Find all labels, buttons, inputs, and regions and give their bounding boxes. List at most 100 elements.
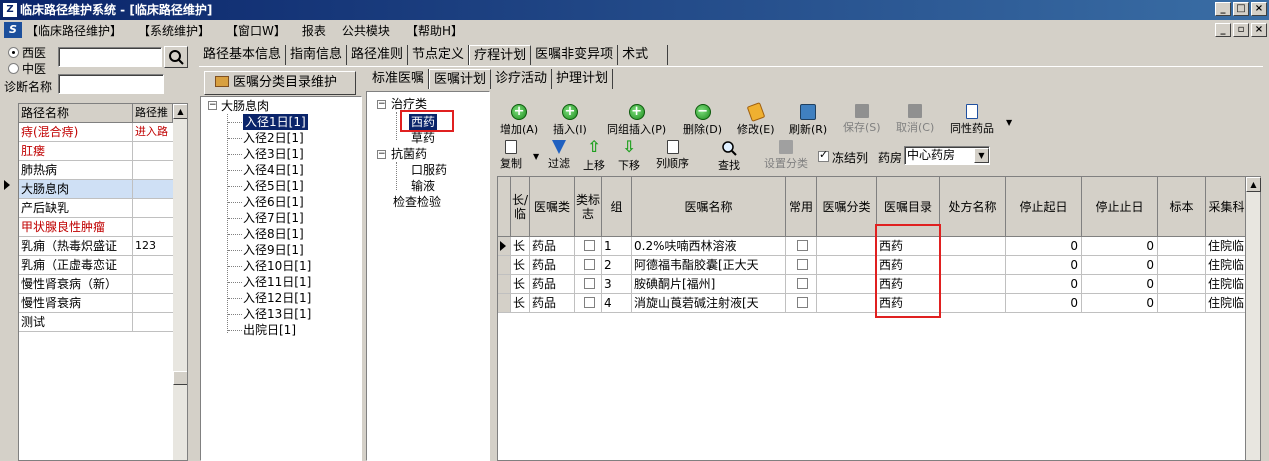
pathway-row[interactable]: 大肠息肉 [19,180,173,199]
pathway-name-cell[interactable]: 乳痈（热毒炽盛证 [19,237,133,256]
row-indicator[interactable] [498,237,511,256]
pathway-status-cell[interactable] [133,313,173,332]
pathway-status-cell[interactable] [133,161,173,180]
radio-western[interactable]: 西医 [8,44,46,61]
checkbox[interactable] [796,297,808,308]
pathway-status-cell[interactable] [133,294,173,313]
specimen-cell[interactable] [1158,294,1206,313]
delete-button[interactable]: − 删除(D) [683,104,722,137]
tree-collapse-icon[interactable]: − [208,101,217,110]
row-indicator[interactable] [498,294,511,313]
category-tree[interactable]: − 治疗类 西药 草药 − 抗菌药 口服药 输液 检查检验 [366,91,490,461]
tree-day-node[interactable]: 入径11日[1] [243,274,311,290]
checkbox[interactable] [583,240,595,251]
scroll-up-button[interactable]: ▲ [173,104,187,119]
tree-day-node[interactable]: 入径2日[1] [243,130,304,146]
order-name-cell[interactable]: 0.2%呋喃西林溶液 [632,237,786,256]
stop-from-cell[interactable]: 0 [1006,256,1082,275]
toolbar-dropdown-icon[interactable]: ▼ [1006,118,1012,127]
filter-button[interactable]: 过滤 [548,140,570,171]
tab-guide-info[interactable]: 指南信息 [286,45,348,65]
col-header-stop-to[interactable]: 停止止日 [1082,177,1158,237]
cat-collapse-icon-2[interactable]: − [377,150,386,159]
col-header-flag[interactable]: 类标志 [575,177,602,237]
cancel-button[interactable]: 取消(C) [896,104,934,135]
common-checkbox[interactable] [786,256,817,275]
scroll-thumb[interactable] [173,371,187,385]
pathway-status-cell[interactable]: 进入路 [133,123,173,142]
col-header-name[interactable]: 医嘱名称 [632,177,786,237]
rx-name-cell[interactable] [940,256,1006,275]
tab-node-def[interactable]: 节点定义 [408,45,470,65]
group-cell[interactable]: 2 [602,256,632,275]
freeze-columns-toggle[interactable]: 冻结列 [818,148,868,166]
row-indicator[interactable] [498,275,511,294]
close-button[interactable]: × [1251,2,1267,16]
pharmacy-select[interactable]: 中心药房 ▼ [904,146,990,165]
common-checkbox[interactable] [786,275,817,294]
pathway-status-cell[interactable] [133,142,173,161]
stop-to-cell[interactable]: 0 [1082,256,1158,275]
pathway-name-cell[interactable]: 测试 [19,313,133,332]
checkbox[interactable] [796,278,808,289]
pathway-row[interactable]: 痔(混合痔) 进入路 [19,123,173,142]
find-button[interactable]: 查找 [718,140,740,173]
stop-from-cell[interactable]: 0 [1006,275,1082,294]
stop-to-cell[interactable]: 0 [1082,294,1158,313]
pathway-status-cell[interactable] [133,275,173,294]
save-button[interactable]: 保存(S) [843,104,881,135]
tree-day-node[interactable]: 入径12日[1] [243,290,311,306]
menu-pathway-maint[interactable]: 【临床路径维护】 [26,22,122,39]
menu-public-module[interactable]: 公共模块 [342,22,390,39]
subtab-nursing-plan[interactable]: 护理计划 [552,69,614,89]
grid-scroll-up-button[interactable]: ▲ [1246,177,1261,192]
order-class-cell[interactable]: 药品 [530,294,575,313]
class-flag-checkbox[interactable] [575,275,602,294]
tab-treatment-plan[interactable]: 疗程计划 [469,45,532,65]
specimen-cell[interactable] [1158,275,1206,294]
tree-day-node[interactable]: 出院日[1] [243,322,296,338]
col-header-path-status[interactable]: 路径推 [133,104,173,123]
copy-dropdown-icon[interactable]: ▼ [533,152,539,161]
rx-name-cell[interactable] [940,275,1006,294]
tree-day-node[interactable]: 入径5日[1] [243,178,304,194]
col-header-rx-name[interactable]: 处方名称 [940,177,1006,237]
menu-system-maint[interactable]: 【系统维护】 [138,22,210,39]
search-button[interactable] [164,46,188,68]
specimen-cell[interactable] [1158,256,1206,275]
refresh-button[interactable]: 刷新(R) [789,104,827,137]
mdi-restore-button[interactable]: ▫ [1233,23,1249,37]
order-category-cell[interactable] [817,237,877,256]
pathway-status-cell[interactable] [133,218,173,237]
col-header-specimen[interactable]: 标本 [1158,177,1206,237]
subtab-clinical-activities[interactable]: 诊疗活动 [491,69,553,89]
pathway-name-cell[interactable]: 乳痈（正虚毒恋证 [19,256,133,275]
pathway-name-cell[interactable]: 慢性肾衰病（新） [19,275,133,294]
pathway-row[interactable]: 甲状腺良性肿瘤 [19,218,173,237]
mdi-close-button[interactable]: × [1251,23,1267,37]
order-category-cell[interactable] [817,294,877,313]
pathway-row[interactable]: 肛瘘 [19,142,173,161]
pathway-row[interactable]: 慢性肾衰病（新） [19,275,173,294]
checkbox[interactable] [583,278,595,289]
row-indicator[interactable] [498,256,511,275]
pathway-name-cell[interactable]: 慢性肾衰病 [19,294,133,313]
pathway-row[interactable]: 乳痈（热毒炽盛证 123 [19,237,173,256]
pathway-name-cell[interactable]: 产后缺乳 [19,199,133,218]
col-header-order-class[interactable]: 医嘱分类 [817,177,877,237]
tree-day-node[interactable]: 入径13日[1] [243,306,311,322]
cat-node-antibiotic[interactable]: 抗菌药 [391,146,427,162]
menu-window[interactable]: 【窗口W】 [226,22,286,39]
checkbox[interactable] [583,259,595,270]
subtab-standard-orders[interactable]: 标准医嘱 [368,69,430,89]
order-class-cell[interactable]: 药品 [530,275,575,294]
order-category-cell[interactable] [817,256,877,275]
path-day-tree[interactable]: − 大肠息肉 入径1日[1] 入径2日[1] 入径3日[1] 入径4日[1] 入径5日[… [200,96,362,461]
tree-day-node[interactable]: 入径7日[1] [243,210,304,226]
order-grid-scrollbar[interactable]: ▲ [1245,176,1261,461]
tree-day-node[interactable]: 入径6日[1] [243,194,304,210]
order-name-cell[interactable]: 阿德福韦酯胶囊[正大天 [632,256,786,275]
col-header-stop-from[interactable]: 停止起日 [1006,177,1082,237]
order-type-cell[interactable]: 长 [511,237,530,256]
menu-reports[interactable]: 报表 [302,22,326,39]
